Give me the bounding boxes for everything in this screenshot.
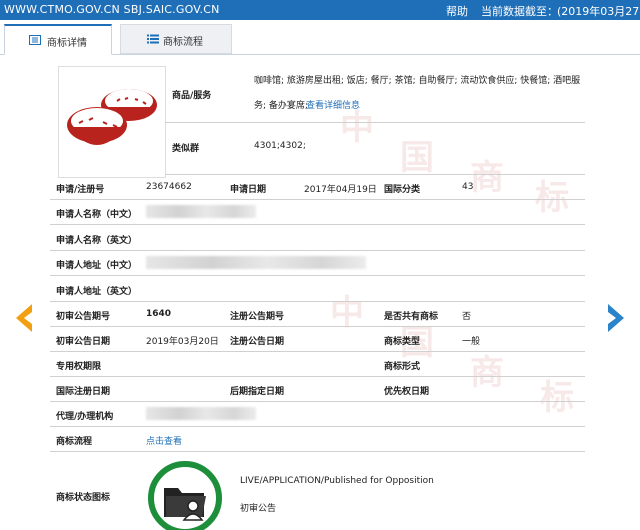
- trademark-detail-panel: 商品/服务 咖啡馆; 旅游房屋出租; 饭店; 餐厅; 茶馆; 自助餐厅; 流动饮…: [50, 54, 585, 530]
- list-icon: [147, 34, 159, 44]
- data-date-label: 当前数据截至：: [481, 5, 558, 18]
- table-row: [50, 401, 585, 402]
- reg-pub-no-label: 注册公告期号: [230, 312, 285, 322]
- prelim-no-label: 初审公告期号: [56, 312, 111, 322]
- next-arrow-icon[interactable]: [606, 302, 628, 334]
- prelim-no-value: 1640: [146, 309, 172, 319]
- table-row: [50, 451, 585, 452]
- status-english: LIVE/APPLICATION/Published for Oppositio…: [240, 476, 434, 486]
- table-row: [50, 376, 585, 377]
- divider: [165, 122, 585, 123]
- similar-group-value: 4301;4302;: [254, 141, 306, 151]
- trademark-image: [58, 66, 166, 178]
- intl-class-value: 43: [462, 182, 474, 192]
- shared-value: 否: [462, 312, 472, 322]
- document-list-icon: [29, 35, 41, 45]
- status-icon-label: 商标状态图标: [56, 493, 111, 503]
- reg-no-value: 23674662: [146, 182, 192, 192]
- prelim-date-label: 初审公告日期: [56, 337, 111, 347]
- help-link[interactable]: 帮助: [446, 3, 468, 19]
- view-details-link[interactable]: 查看详细信息: [306, 98, 360, 111]
- site-url[interactable]: WWW.CTMO.GOV.CN SBJ.SAIC.GOV.CN: [4, 3, 220, 16]
- view-flow-link[interactable]: 点击查看: [146, 434, 182, 447]
- tm-type-value: 一般: [462, 337, 481, 347]
- table-row: [50, 351, 585, 352]
- exclusive-period-label: 专用权期限: [56, 362, 102, 372]
- table-row: [50, 199, 585, 200]
- app-date-label: 申请日期: [230, 185, 267, 195]
- table-row: [50, 326, 585, 327]
- tm-type-label: 商标类型: [384, 337, 421, 347]
- top-bar: WWW.CTMO.GOV.CN SBJ.SAIC.GOV.CN 帮助 当前数据截…: [0, 0, 640, 34]
- table-row: [50, 301, 585, 302]
- tab-trademark-process[interactable]: 商标流程: [120, 24, 232, 54]
- reg-no-label: 申请/注册号: [56, 185, 105, 195]
- tm-form-label: 商标形式: [384, 362, 421, 372]
- goods-services-line1: 咖啡馆; 旅游房屋出租; 饭店; 餐厅; 茶馆; 自助餐厅; 流动饮食供应; 快…: [254, 76, 581, 86]
- tab-trademark-details[interactable]: 商标详情: [4, 24, 112, 55]
- prelim-date-value: 2019年03月20日: [146, 337, 219, 347]
- tab-bar: 商标详情 商标流程: [0, 20, 640, 55]
- priority-date-label: 优先权日期: [384, 387, 430, 397]
- previous-arrow-icon[interactable]: [12, 302, 34, 334]
- redacted-agent: [146, 407, 256, 420]
- intl-class-label: 国际分类: [384, 185, 421, 195]
- tab-label: 商标详情: [47, 38, 87, 49]
- goods-services-label: 商品/服务: [172, 91, 212, 101]
- status-chinese: 初审公告: [240, 504, 277, 514]
- goods-services-line2: 务; 备办宴席;: [254, 101, 308, 111]
- applicant-cn-label: 申请人名称（中文）: [56, 210, 138, 220]
- redacted-applicant-name: [146, 205, 256, 218]
- address-en-label: 申请人地址（英文）: [56, 287, 138, 297]
- similar-group-label: 类似群: [172, 144, 200, 154]
- table-row: [50, 250, 585, 251]
- shared-label: 是否共有商标: [384, 312, 439, 322]
- folder-user-status-icon: [148, 461, 222, 530]
- reg-pub-date-label: 注册公告日期: [230, 337, 285, 347]
- later-date-label: 后期指定日期: [230, 387, 285, 397]
- app-date-value: 2017年04月19日: [304, 185, 377, 195]
- address-cn-label: 申请人地址（中文）: [56, 261, 138, 271]
- table-row: [50, 275, 585, 276]
- divider: [165, 174, 585, 175]
- trademark-logo: [67, 89, 157, 145]
- tab-label: 商标流程: [163, 37, 203, 48]
- tm-flow-label: 商标流程: [56, 437, 93, 447]
- applicant-en-label: 申请人名称（英文）: [56, 236, 138, 246]
- redacted-applicant-address: [146, 256, 366, 269]
- table-row: [50, 224, 585, 225]
- intl-reg-date-label: 国际注册日期: [56, 387, 111, 397]
- agent-label: 代理/办理机构: [56, 412, 114, 422]
- table-row: [50, 426, 585, 427]
